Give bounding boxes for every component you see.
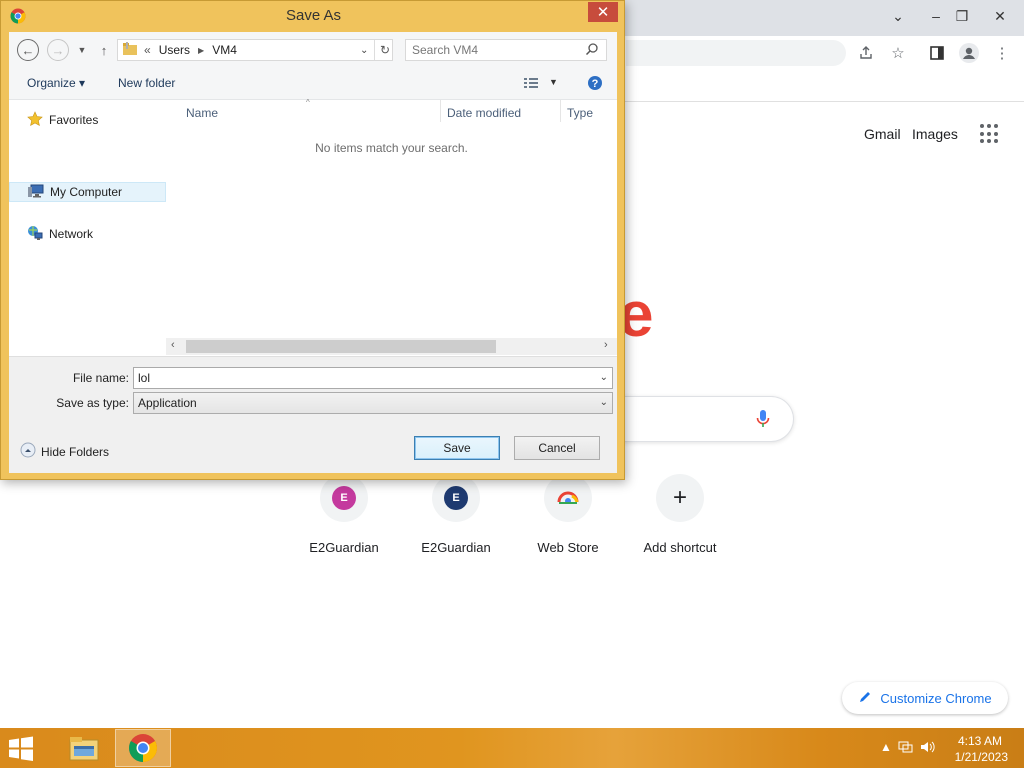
images-link[interactable]: Images — [912, 126, 958, 142]
refresh-icon[interactable]: ↻ — [380, 43, 390, 57]
cancel-button[interactable]: Cancel — [514, 436, 600, 460]
address-dropdown-icon[interactable]: ⌄ — [360, 45, 368, 56]
save-type-label: Save as type: — [56, 396, 129, 410]
nav-label: Network — [49, 227, 94, 241]
view-options-icon[interactable] — [523, 77, 539, 92]
chrome-taskbar-icon[interactable] — [115, 729, 171, 767]
back-arrow-icon[interactable]: ← — [17, 39, 39, 61]
volume-icon[interactable] — [920, 740, 936, 756]
organize-button[interactable]: Organize ▾ — [27, 76, 85, 90]
shortcut-web-store[interactable]: Web Store — [512, 474, 624, 570]
file-name-value: lol — [138, 371, 151, 385]
view-dropdown-icon[interactable]: ▼ — [549, 77, 558, 87]
address-bar[interactable] — [626, 40, 846, 66]
shortcut-label: E2Guardian — [309, 540, 379, 555]
shortcut-label: Web Store — [537, 540, 599, 555]
folder-icon — [122, 41, 138, 59]
nav-label: My Computer — [50, 185, 123, 199]
dialog-body: ← → ▼ ↑ « Users ▶ VM4 ⌄ ↻ Search VM4 Org… — [9, 32, 617, 473]
address-breadcrumb[interactable]: « Users ▶ VM4 ⌄ ↻ — [117, 39, 393, 61]
save-type-dropdown-icon[interactable]: ⌄ — [600, 393, 608, 413]
taskbar: ▲ 4:13 AM 1/21/2023 — [0, 728, 1024, 768]
search-input[interactable]: Search VM4 — [405, 39, 607, 61]
save-button[interactable]: Save — [414, 436, 500, 460]
shortcut-e2guardian-1[interactable]: E E2Guardian — [288, 474, 400, 570]
e2guardian-icon: E — [332, 486, 356, 510]
system-tray: ▲ 4:13 AM 1/21/2023 — [864, 728, 1024, 768]
side-panel-icon[interactable] — [926, 42, 948, 64]
share-icon[interactable] — [855, 42, 877, 64]
hide-folders-label: Hide Folders — [41, 444, 110, 459]
bookmark-star-icon[interactable]: ☆ — [887, 42, 909, 64]
file-name-label: File name: — [72, 371, 129, 385]
clock-time[interactable]: 4:13 AM — [958, 734, 1002, 748]
plus-icon: + — [672, 484, 687, 511]
voice-search-icon[interactable] — [754, 408, 772, 430]
scrollbar-thumb[interactable] — [186, 340, 496, 353]
navigation-pane: Favorites My Computer Network — [9, 100, 166, 356]
web-store-icon — [557, 490, 579, 507]
file-list-pane: Name ^ Date modified Type No items match… — [166, 98, 617, 356]
navigation-row: ← → ▼ ↑ « Users ▶ VM4 ⌄ ↻ Search VM4 — [9, 32, 617, 68]
breadcrumb-vm4[interactable]: VM4 — [212, 43, 237, 57]
up-arrow-icon[interactable]: ↑ — [93, 39, 115, 61]
forward-arrow-icon[interactable]: → — [47, 39, 69, 61]
breadcrumb-chevron-icon[interactable]: ▶ — [198, 46, 204, 55]
network-tray-icon[interactable] — [898, 740, 914, 756]
restore-icon[interactable]: ❐ — [952, 6, 972, 26]
empty-results-message: No items match your search. — [315, 141, 468, 155]
horizontal-scrollbar[interactable]: ‹ › — [166, 338, 617, 355]
collapse-chevron-icon — [20, 442, 36, 461]
sort-ascending-icon: ^ — [306, 98, 310, 107]
dialog-close-button[interactable]: ✕ — [588, 2, 618, 22]
tab-search-icon[interactable]: ⌄ — [888, 6, 908, 26]
file-name-dropdown-icon[interactable]: ⌄ — [600, 368, 608, 388]
scroll-right-icon[interactable]: › — [604, 339, 608, 351]
nav-label: Favorites — [49, 113, 99, 127]
clock-date[interactable]: 1/21/2023 — [955, 750, 1008, 764]
recent-locations-chevron-icon[interactable]: ▼ — [71, 39, 93, 61]
profile-avatar-icon[interactable] — [958, 42, 980, 64]
menu-kebab-icon[interactable]: ⋮ — [991, 42, 1013, 64]
shortcut-label: E2Guardian — [421, 540, 491, 555]
column-header-type[interactable]: Type — [567, 106, 593, 128]
save-type-value: Application — [138, 396, 197, 410]
new-folder-button[interactable]: New folder — [118, 76, 175, 90]
dialog-title: Save As — [285, 7, 342, 24]
customize-label: Customize Chrome — [880, 690, 992, 706]
nav-item-favorites[interactable]: Favorites — [9, 110, 166, 130]
pencil-icon — [858, 690, 872, 707]
shortcut-label: Add shortcut — [643, 540, 717, 555]
breadcrumb-users[interactable]: Users — [159, 43, 190, 57]
e2guardian-icon: E — [444, 486, 468, 510]
window-close-icon[interactable]: ✕ — [990, 6, 1010, 26]
save-as-dialog: Save As ✕ ← → ▼ ↑ « Users ▶ VM4 ⌄ ↻ Sear… — [0, 0, 625, 480]
shortcut-e2guardian-2[interactable]: E E2Guardian — [400, 474, 512, 570]
nav-item-network[interactable]: Network — [9, 224, 166, 244]
network-icon — [27, 225, 43, 244]
column-header-date-modified[interactable]: Date modified — [447, 106, 521, 128]
gmail-link[interactable]: Gmail — [864, 126, 901, 142]
show-hidden-icons-icon[interactable]: ▲ — [878, 740, 894, 756]
save-type-select[interactable]: Application ⌄ — [133, 392, 613, 414]
scroll-left-icon[interactable]: ‹ — [171, 339, 175, 351]
column-header-name[interactable]: Name — [186, 106, 218, 128]
shortcut-add[interactable]: + Add shortcut — [624, 474, 736, 570]
minimize-icon[interactable]: – — [926, 6, 946, 26]
file-name-input[interactable]: lol ⌄ — [133, 367, 613, 389]
command-bar: Organize ▾ New folder ▼ ? — [9, 68, 617, 100]
customize-chrome-button[interactable]: Customize Chrome — [842, 682, 1008, 714]
breadcrumb-overflow[interactable]: « — [144, 43, 151, 57]
start-button[interactable] — [6, 736, 40, 762]
svg-text:?: ? — [592, 78, 599, 90]
google-apps-icon[interactable] — [980, 124, 1000, 144]
file-explorer-taskbar-icon[interactable] — [56, 729, 112, 767]
save-form: File name: lol ⌄ Save as type: Applicati… — [9, 356, 617, 473]
star-icon — [27, 110, 43, 130]
nav-item-my-computer[interactable]: My Computer — [9, 182, 166, 202]
help-icon[interactable]: ? — [587, 75, 603, 94]
computer-icon — [28, 184, 44, 201]
hide-folders-button[interactable]: Hide Folders — [20, 442, 109, 461]
search-icon[interactable] — [585, 42, 599, 59]
